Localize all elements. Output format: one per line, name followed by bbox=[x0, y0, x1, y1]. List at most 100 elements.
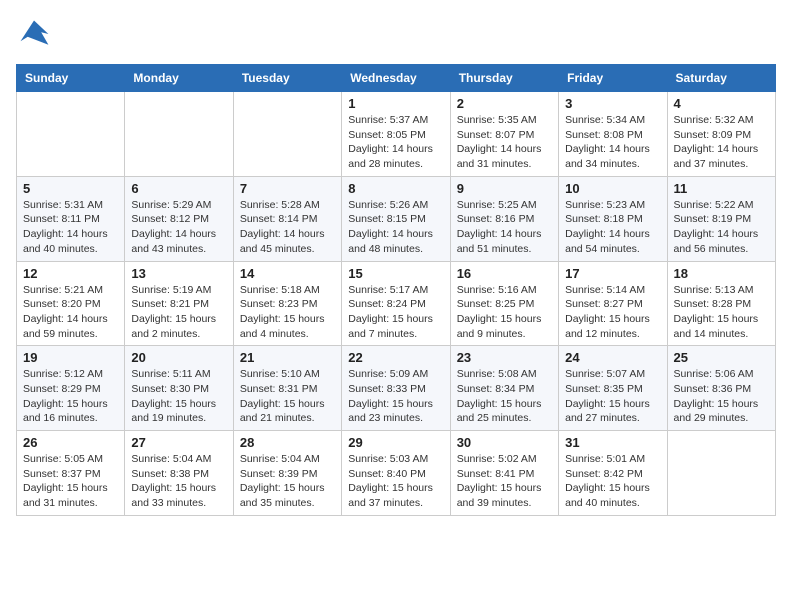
calendar-cell: 25Sunrise: 5:06 AM Sunset: 8:36 PM Dayli… bbox=[667, 346, 775, 431]
calendar-header-tuesday: Tuesday bbox=[233, 65, 341, 92]
calendar-cell: 30 Sunrise: 5:02 AM Sunset: 8:41 PM Dayli… bbox=[450, 431, 558, 516]
calendar-cell: 19Sunrise: 5:12 AM Sunset: 8:29 PM Dayli… bbox=[17, 346, 125, 431]
calendar-cell: 4 Sunrise: 5:32 AM Sunset: 8:09 PM Daylig… bbox=[667, 92, 775, 177]
header bbox=[16, 16, 776, 52]
day-number: 16 bbox=[457, 266, 552, 281]
calendar-cell: 21 Sunrise: 5:10 AM Sunset: 8:31 PM Dayli… bbox=[233, 346, 341, 431]
calendar-cell: 6 Sunrise: 5:29 AM Sunset: 8:12 PM Daylig… bbox=[125, 176, 233, 261]
calendar-week-4: 19Sunrise: 5:12 AM Sunset: 8:29 PM Dayli… bbox=[17, 346, 776, 431]
day-number: 6 bbox=[131, 181, 226, 196]
calendar-cell: 11 Sunrise: 5:22 AM Sunset: 8:19 PM Dayli… bbox=[667, 176, 775, 261]
logo bbox=[16, 16, 58, 52]
day-info: Sunrise: 5:26 AM Sunset: 8:15 PM Dayligh… bbox=[348, 198, 443, 257]
calendar-cell: 18 Sunrise: 5:13 AM Sunset: 8:28 PM Dayli… bbox=[667, 261, 775, 346]
calendar-header-thursday: Thursday bbox=[450, 65, 558, 92]
day-info: Sunrise: 5:34 AM Sunset: 8:08 PM Dayligh… bbox=[565, 113, 660, 172]
day-info: Sunrise: 5:13 AM Sunset: 8:28 PM Dayligh… bbox=[674, 283, 769, 342]
day-number: 18 bbox=[674, 266, 769, 281]
calendar-header-friday: Friday bbox=[559, 65, 667, 92]
day-number: 30 bbox=[457, 435, 552, 450]
day-number: 26 bbox=[23, 435, 118, 450]
calendar-header-wednesday: Wednesday bbox=[342, 65, 450, 92]
calendar-cell: 8 Sunrise: 5:26 AM Sunset: 8:15 PM Daylig… bbox=[342, 176, 450, 261]
day-info: Sunrise: 5:10 AM Sunset: 8:31 PM Dayligh… bbox=[240, 367, 335, 426]
day-number: 4 bbox=[674, 96, 769, 111]
day-info: Sunrise: 5:04 AM Sunset: 8:38 PM Dayligh… bbox=[131, 452, 226, 511]
day-number: 27 bbox=[131, 435, 226, 450]
calendar-cell: 22Sunrise: 5:09 AM Sunset: 8:33 PM Dayli… bbox=[342, 346, 450, 431]
day-info: Sunrise: 5:14 AM Sunset: 8:27 PM Dayligh… bbox=[565, 283, 660, 342]
day-number: 1 bbox=[348, 96, 443, 111]
day-number: 29 bbox=[348, 435, 443, 450]
day-info: Sunrise: 5:32 AM Sunset: 8:09 PM Dayligh… bbox=[674, 113, 769, 172]
day-number: 19 bbox=[23, 350, 118, 365]
calendar-cell: 7 Sunrise: 5:28 AM Sunset: 8:14 PM Daylig… bbox=[233, 176, 341, 261]
day-info: Sunrise: 5:18 AM Sunset: 8:23 PM Dayligh… bbox=[240, 283, 335, 342]
calendar-week-1: 1 Sunrise: 5:37 AM Sunset: 8:05 PM Daylig… bbox=[17, 92, 776, 177]
calendar-cell: 31Sunrise: 5:01 AM Sunset: 8:42 PM Dayli… bbox=[559, 431, 667, 516]
calendar-cell bbox=[233, 92, 341, 177]
day-number: 7 bbox=[240, 181, 335, 196]
day-number: 28 bbox=[240, 435, 335, 450]
day-number: 10 bbox=[565, 181, 660, 196]
calendar-week-5: 26Sunrise: 5:05 AM Sunset: 8:37 PM Dayli… bbox=[17, 431, 776, 516]
calendar-header-saturday: Saturday bbox=[667, 65, 775, 92]
calendar-cell: 5 Sunrise: 5:31 AM Sunset: 8:11 PM Daylig… bbox=[17, 176, 125, 261]
calendar-cell: 10 Sunrise: 5:23 AM Sunset: 8:18 PM Dayli… bbox=[559, 176, 667, 261]
calendar-cell: 14 Sunrise: 5:18 AM Sunset: 8:23 PM Dayli… bbox=[233, 261, 341, 346]
calendar-cell: 9 Sunrise: 5:25 AM Sunset: 8:16 PM Daylig… bbox=[450, 176, 558, 261]
calendar-cell: 15 Sunrise: 5:17 AM Sunset: 8:24 PM Dayli… bbox=[342, 261, 450, 346]
day-info: Sunrise: 5:17 AM Sunset: 8:24 PM Dayligh… bbox=[348, 283, 443, 342]
day-info: Sunrise: 5:03 AM Sunset: 8:40 PM Dayligh… bbox=[348, 452, 443, 511]
calendar-cell: 1 Sunrise: 5:37 AM Sunset: 8:05 PM Daylig… bbox=[342, 92, 450, 177]
day-number: 17 bbox=[565, 266, 660, 281]
calendar-header-monday: Monday bbox=[125, 65, 233, 92]
calendar-table: SundayMondayTuesdayWednesdayThursdayFrid… bbox=[16, 64, 776, 516]
calendar-cell bbox=[125, 92, 233, 177]
day-number: 3 bbox=[565, 96, 660, 111]
calendar-cell: 29 Sunrise: 5:03 AM Sunset: 8:40 PM Dayli… bbox=[342, 431, 450, 516]
day-number: 21 bbox=[240, 350, 335, 365]
day-number: 9 bbox=[457, 181, 552, 196]
day-number: 20 bbox=[131, 350, 226, 365]
day-number: 5 bbox=[23, 181, 118, 196]
day-number: 24 bbox=[565, 350, 660, 365]
day-info: Sunrise: 5:23 AM Sunset: 8:18 PM Dayligh… bbox=[565, 198, 660, 257]
day-info: Sunrise: 5:22 AM Sunset: 8:19 PM Dayligh… bbox=[674, 198, 769, 257]
day-info: Sunrise: 5:11 AM Sunset: 8:30 PM Dayligh… bbox=[131, 367, 226, 426]
calendar-cell: 3 Sunrise: 5:34 AM Sunset: 8:08 PM Daylig… bbox=[559, 92, 667, 177]
day-info: Sunrise: 5:19 AM Sunset: 8:21 PM Dayligh… bbox=[131, 283, 226, 342]
day-number: 14 bbox=[240, 266, 335, 281]
day-info: Sunrise: 5:25 AM Sunset: 8:16 PM Dayligh… bbox=[457, 198, 552, 257]
day-number: 15 bbox=[348, 266, 443, 281]
day-info: Sunrise: 5:37 AM Sunset: 8:05 PM Dayligh… bbox=[348, 113, 443, 172]
calendar-cell: 2 Sunrise: 5:35 AM Sunset: 8:07 PM Daylig… bbox=[450, 92, 558, 177]
day-info: Sunrise: 5:35 AM Sunset: 8:07 PM Dayligh… bbox=[457, 113, 552, 172]
calendar-week-2: 5 Sunrise: 5:31 AM Sunset: 8:11 PM Daylig… bbox=[17, 176, 776, 261]
calendar-cell: 16 Sunrise: 5:16 AM Sunset: 8:25 PM Dayli… bbox=[450, 261, 558, 346]
calendar-header-row: SundayMondayTuesdayWednesdayThursdayFrid… bbox=[17, 65, 776, 92]
day-info: Sunrise: 5:02 AM Sunset: 8:41 PM Dayligh… bbox=[457, 452, 552, 511]
day-info: Sunrise: 5:31 AM Sunset: 8:11 PM Dayligh… bbox=[23, 198, 118, 257]
day-info: Sunrise: 5:29 AM Sunset: 8:12 PM Dayligh… bbox=[131, 198, 226, 257]
calendar-cell: 28Sunrise: 5:04 AM Sunset: 8:39 PM Dayli… bbox=[233, 431, 341, 516]
day-info: Sunrise: 5:16 AM Sunset: 8:25 PM Dayligh… bbox=[457, 283, 552, 342]
day-number: 23 bbox=[457, 350, 552, 365]
day-number: 8 bbox=[348, 181, 443, 196]
calendar-cell: 24 Sunrise: 5:07 AM Sunset: 8:35 PM Dayli… bbox=[559, 346, 667, 431]
day-number: 22 bbox=[348, 350, 443, 365]
calendar-cell: 27 Sunrise: 5:04 AM Sunset: 8:38 PM Dayli… bbox=[125, 431, 233, 516]
calendar-cell bbox=[667, 431, 775, 516]
day-number: 13 bbox=[131, 266, 226, 281]
calendar-cell: 17 Sunrise: 5:14 AM Sunset: 8:27 PM Dayli… bbox=[559, 261, 667, 346]
calendar-cell: 23Sunrise: 5:08 AM Sunset: 8:34 PM Dayli… bbox=[450, 346, 558, 431]
day-info: Sunrise: 5:28 AM Sunset: 8:14 PM Dayligh… bbox=[240, 198, 335, 257]
calendar-week-3: 12Sunrise: 5:21 AM Sunset: 8:20 PM Dayli… bbox=[17, 261, 776, 346]
day-info: Sunrise: 5:07 AM Sunset: 8:35 PM Dayligh… bbox=[565, 367, 660, 426]
day-number: 11 bbox=[674, 181, 769, 196]
day-number: 2 bbox=[457, 96, 552, 111]
logo-icon bbox=[16, 16, 52, 52]
calendar-cell: 12Sunrise: 5:21 AM Sunset: 8:20 PM Dayli… bbox=[17, 261, 125, 346]
day-info: Sunrise: 5:21 AM Sunset: 8:20 PM Dayligh… bbox=[23, 283, 118, 342]
day-info: Sunrise: 5:06 AM Sunset: 8:36 PM Dayligh… bbox=[674, 367, 769, 426]
